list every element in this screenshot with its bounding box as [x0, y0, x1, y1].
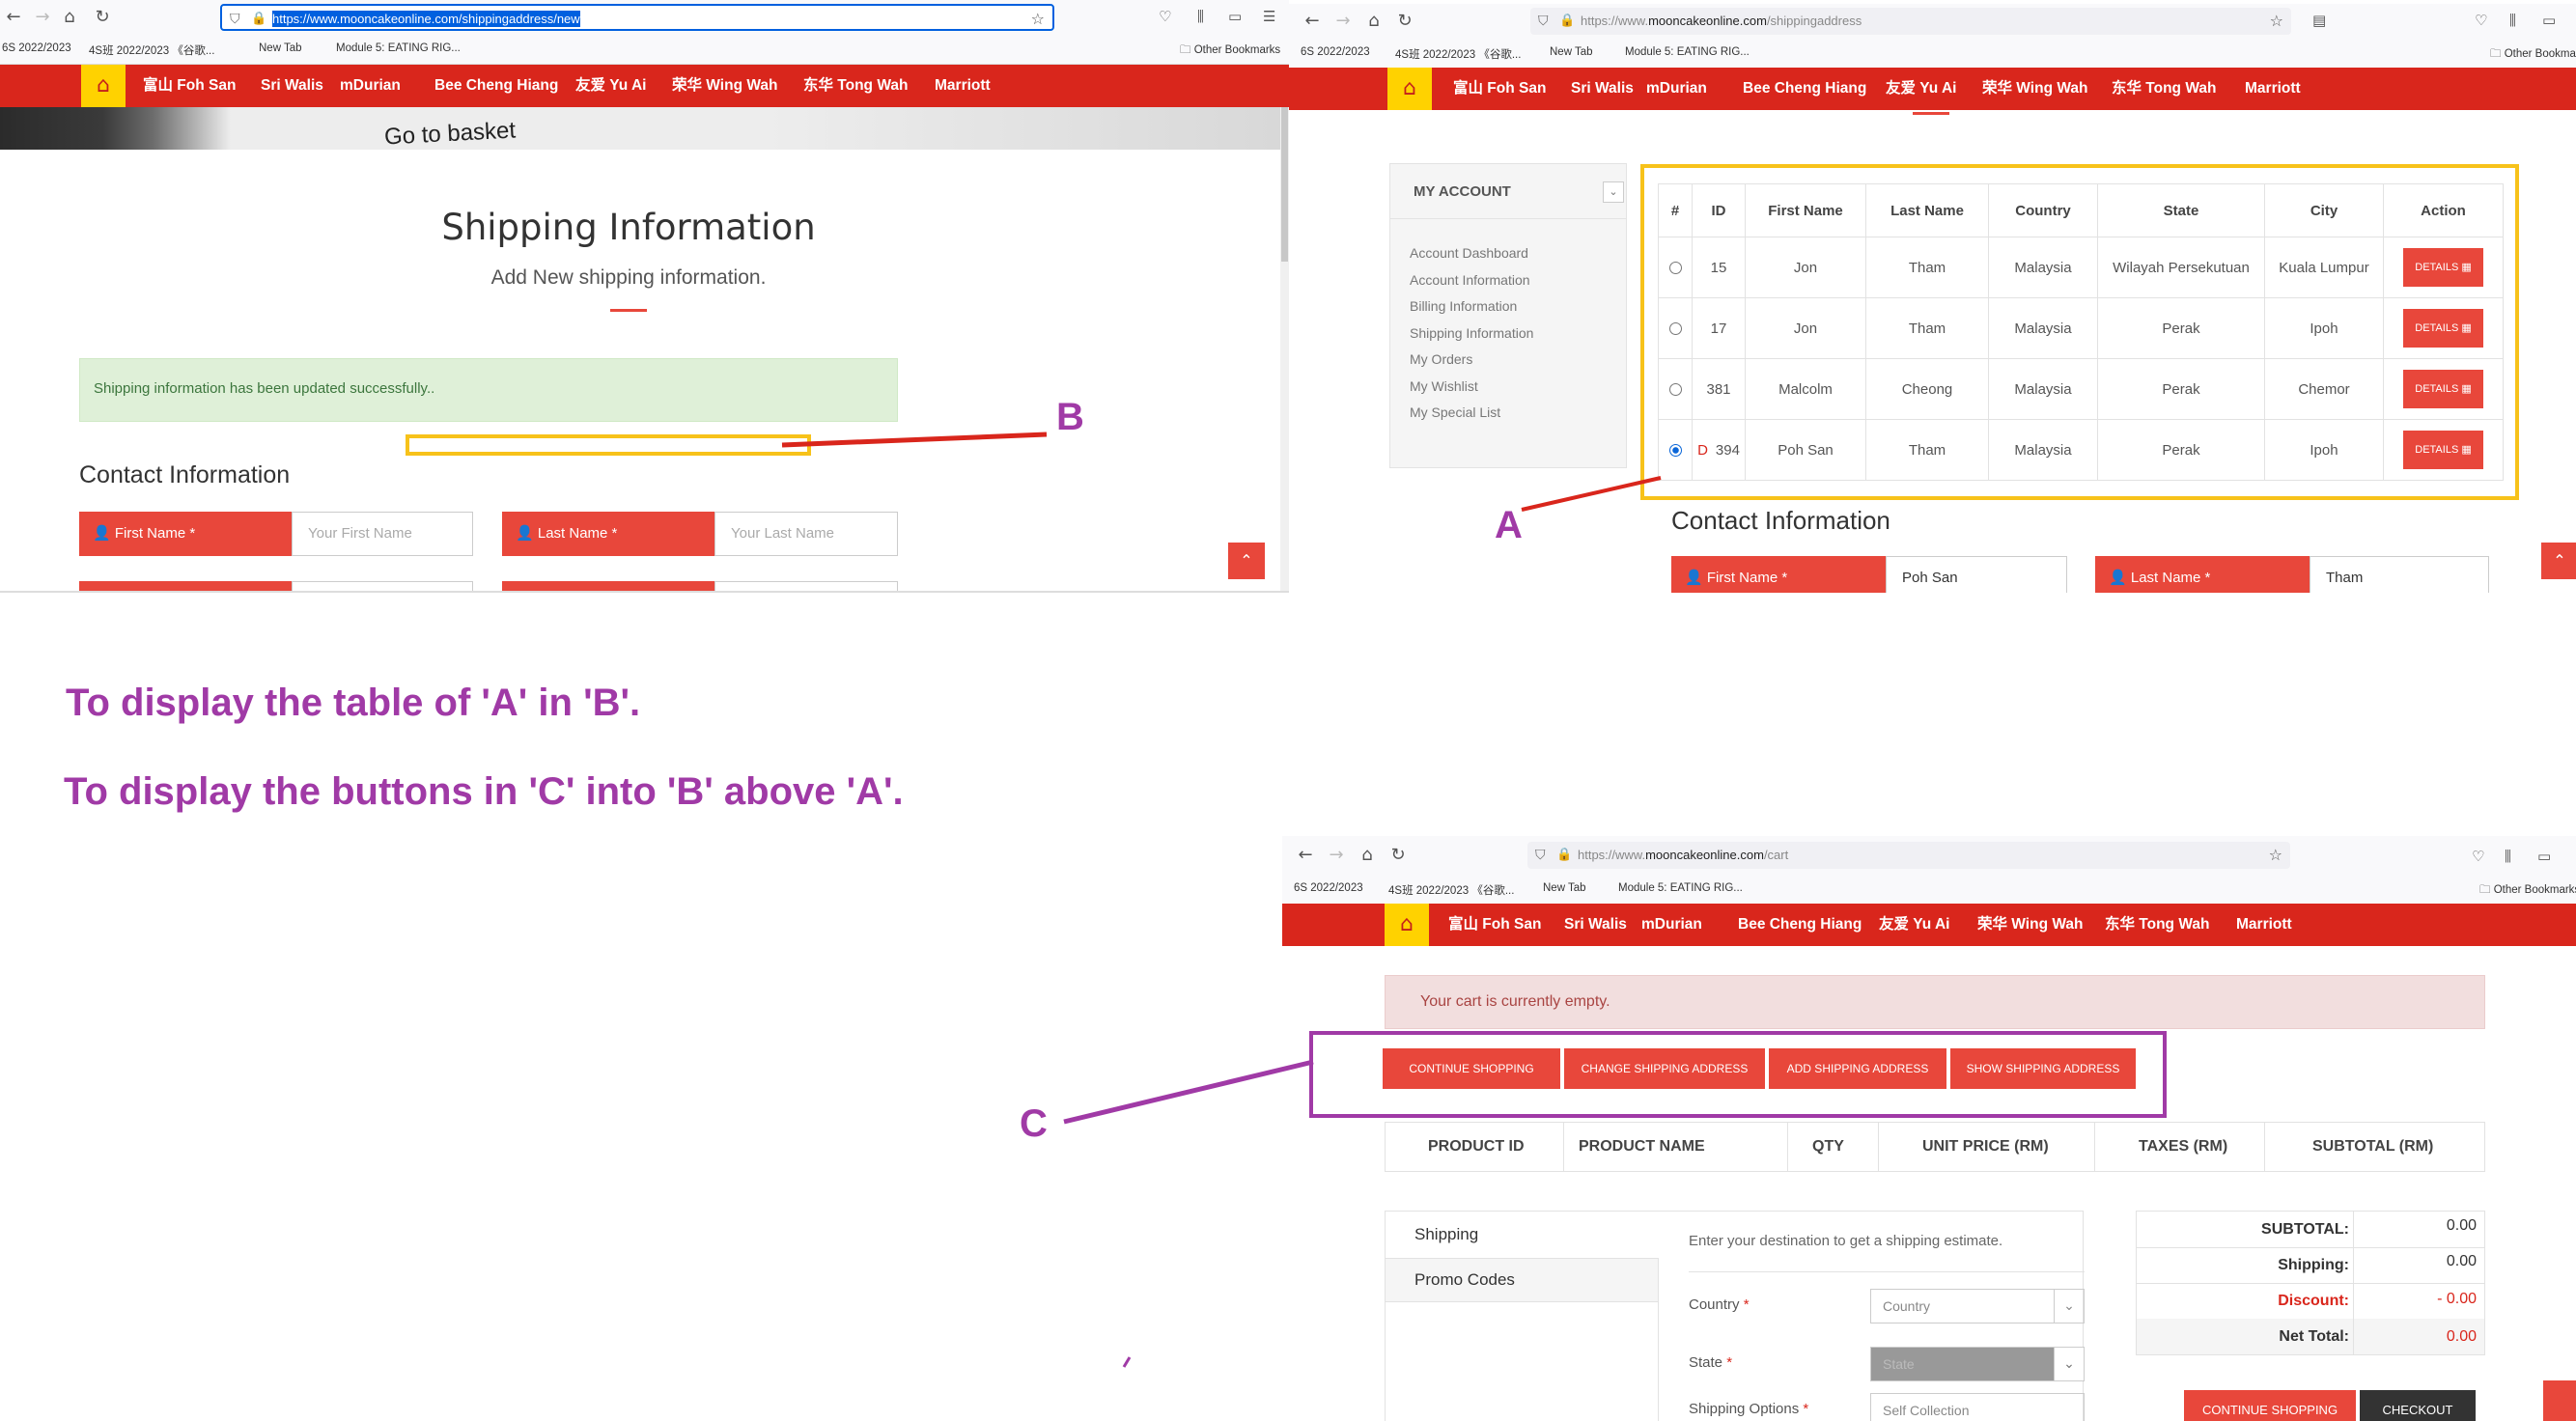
- arrow-b: [781, 432, 1048, 448]
- stray-mark: [1122, 1356, 1132, 1368]
- annotation-arrows: [781, 432, 1662, 1368]
- arrow-c: [1063, 1059, 1314, 1125]
- arrow-a: [1521, 476, 1662, 512]
